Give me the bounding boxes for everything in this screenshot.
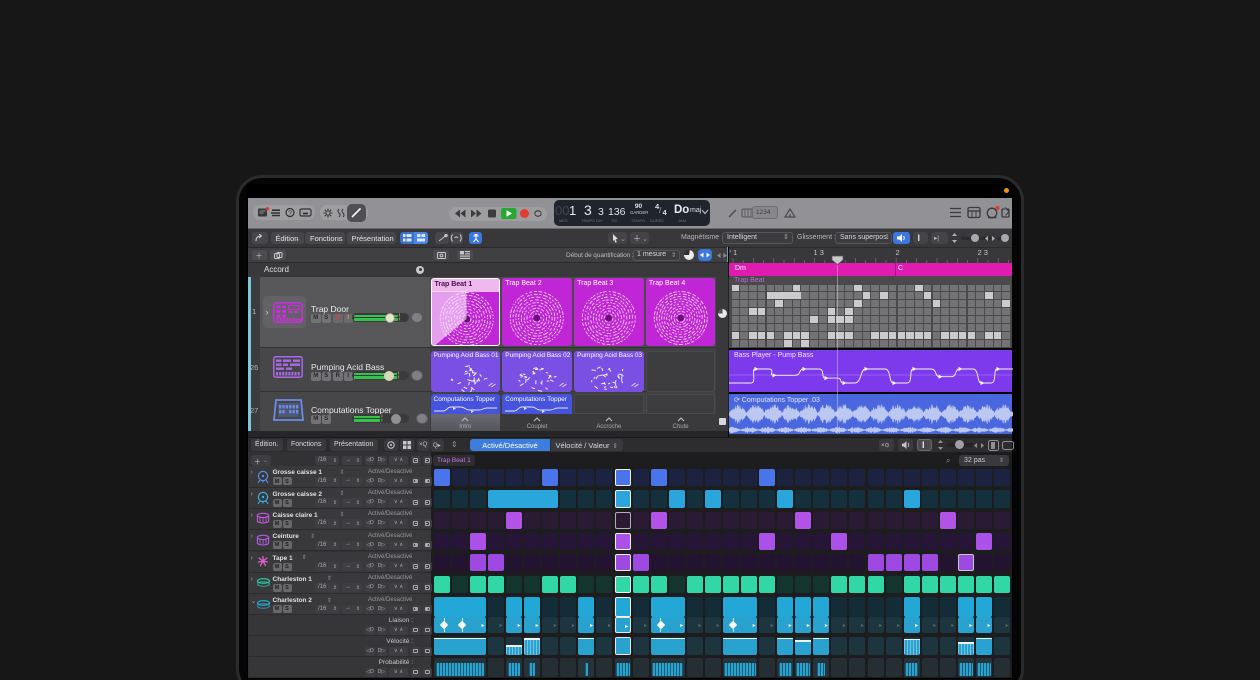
svg-text:?: ? [288, 210, 292, 217]
